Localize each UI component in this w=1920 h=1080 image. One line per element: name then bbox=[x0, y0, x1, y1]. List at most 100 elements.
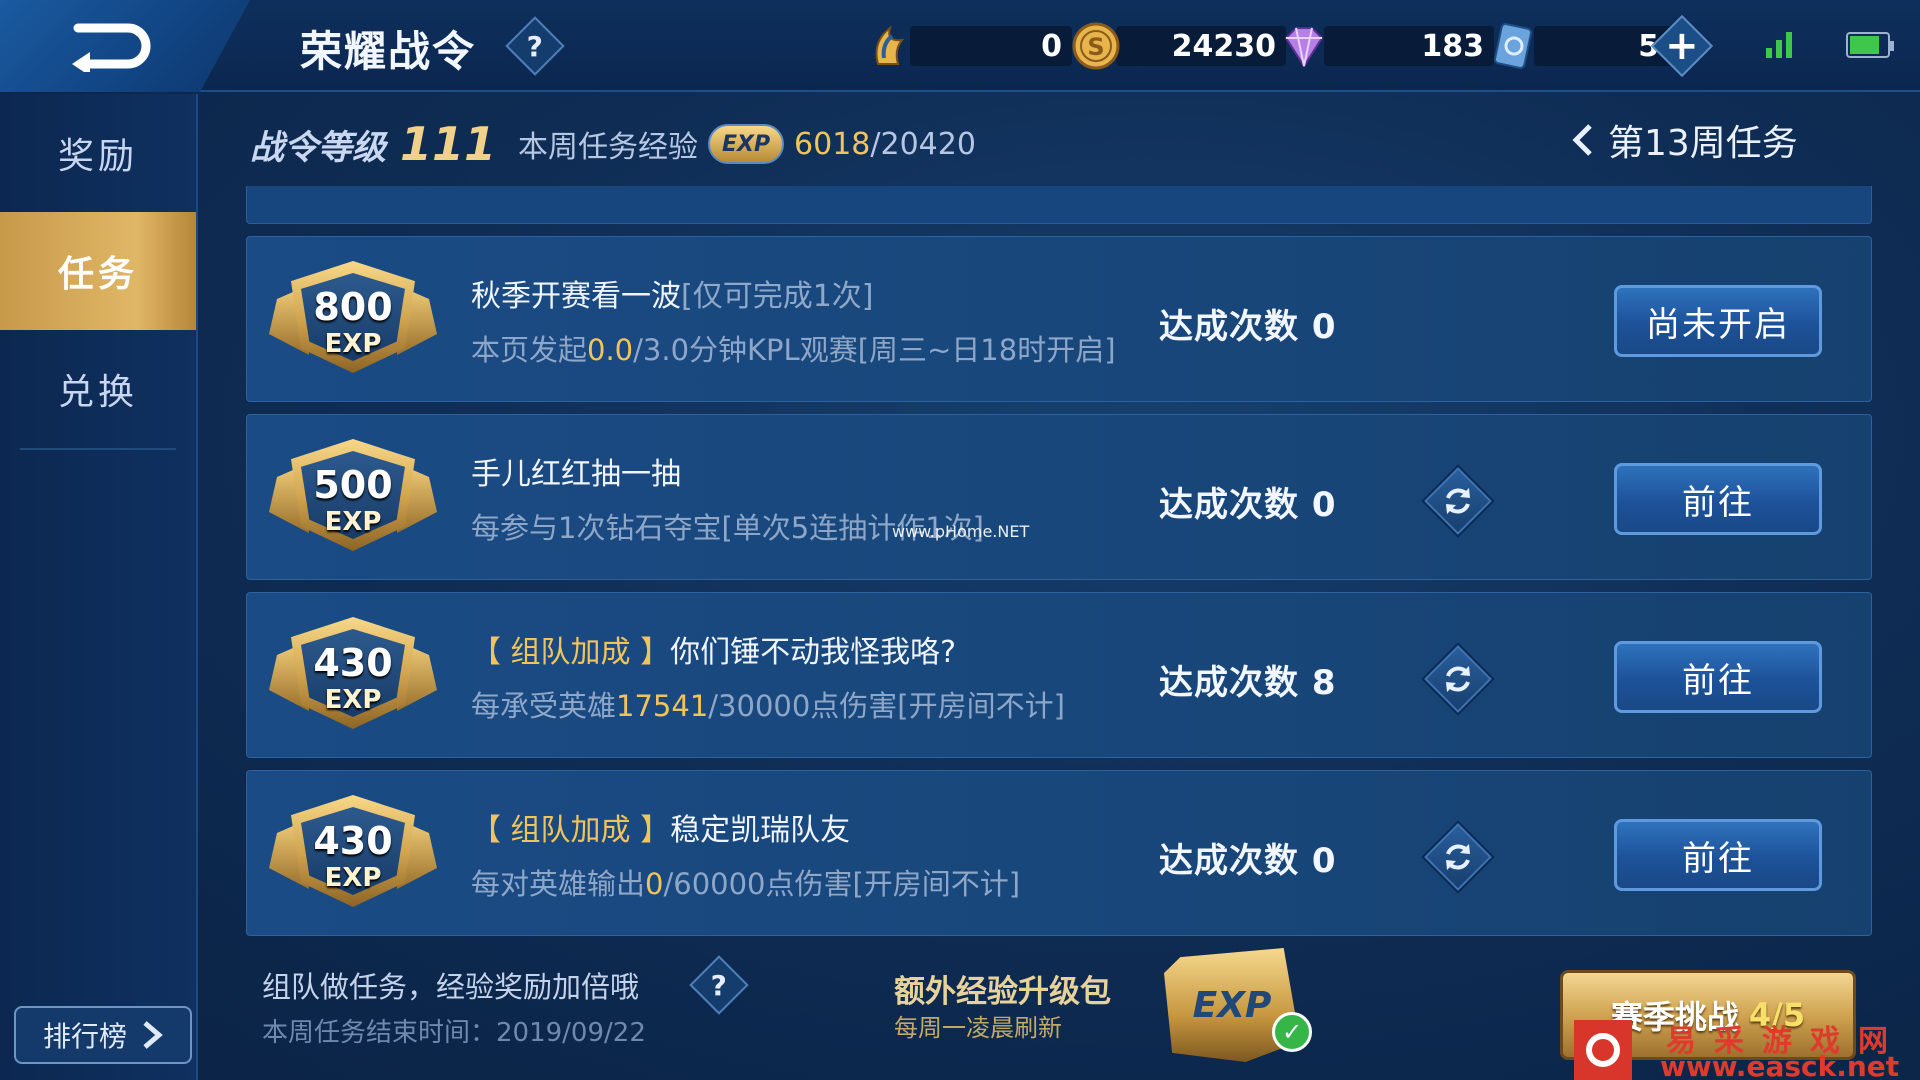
refresh-icon bbox=[1446, 488, 1470, 514]
refresh-icon bbox=[1446, 844, 1470, 870]
back-arrow-icon bbox=[72, 23, 151, 72]
battle-token-icon bbox=[875, 25, 905, 65]
sidebar-item-rewards[interactable]: 奖励 bbox=[0, 94, 196, 212]
task-card: 800 EXP 秋季开赛看一波[仅可完成1次] 本页发起0.0/3.0分钟KPL… bbox=[246, 236, 1872, 402]
weekly-exp-total: /20420 bbox=[870, 126, 976, 162]
exp-medal-icon: 500 EXP bbox=[265, 433, 441, 559]
bonus-pack-subtitle: 每周一凌晨刷新 bbox=[894, 1014, 1062, 1042]
task-progress: 0.0 bbox=[587, 333, 634, 367]
voucher-icon bbox=[1493, 23, 1533, 69]
week-selector[interactable]: 第13周任务 bbox=[1570, 112, 1798, 168]
completion-count: 达成次数 0 bbox=[1159, 485, 1337, 525]
go-button[interactable]: 前往 bbox=[1614, 819, 1822, 891]
level-value: 111 bbox=[400, 117, 497, 171]
task-card: 500 EXP 手儿红红抽一抽 每参与1次钻石夺宝[单次5连抽计作1次] 达成次… bbox=[246, 414, 1872, 580]
leaderboard-button[interactable]: 排行榜 bbox=[14, 1006, 192, 1064]
back-button[interactable] bbox=[0, 0, 250, 92]
exp-medal-icon: 800 EXP bbox=[265, 255, 441, 381]
top-bar: 荣耀战令 ? 0 S 24230 183 54 + bbox=[0, 0, 1920, 92]
sidebar-item-exchange[interactable]: 兑换 bbox=[0, 330, 196, 448]
diamond-value: 183 bbox=[1324, 26, 1494, 66]
completion-count: 达成次数 0 bbox=[1159, 841, 1337, 881]
help-button[interactable]: ? bbox=[505, 16, 565, 76]
exp-icon: EXP bbox=[708, 124, 785, 164]
exp-unit: EXP bbox=[324, 507, 382, 537]
not-open-button[interactable]: 尚未开启 bbox=[1614, 285, 1822, 357]
chevron-left-icon bbox=[1572, 124, 1592, 156]
task-limit: [仅可完成1次] bbox=[681, 279, 874, 314]
plus-icon: + bbox=[1665, 22, 1699, 69]
weekly-end-time: 本周任务结束时间：2019/09/22 bbox=[262, 1018, 646, 1048]
task-title: 【 组队加成 】你们锤不动我怪我咯? bbox=[471, 627, 956, 671]
task-progress: 17541 bbox=[616, 689, 709, 723]
exp-amount: 800 bbox=[313, 285, 393, 329]
team-bonus-tag: 【 组队加成 】 bbox=[471, 635, 671, 670]
task-desc-goal: /30000点伤害[开房间不计] bbox=[708, 689, 1065, 723]
brand-logo-icon bbox=[1574, 1020, 1632, 1080]
task-title: 【 组队加成 】稳定凯瑞队友 bbox=[471, 805, 850, 849]
signal-icon bbox=[1766, 30, 1792, 58]
weekly-exp-current: 6018 bbox=[794, 126, 871, 162]
weekly-exp-label: 本周任务经验 bbox=[518, 130, 699, 165]
exp-medal-icon: 430 EXP bbox=[265, 611, 441, 737]
exp-amount: 500 bbox=[313, 463, 393, 507]
refresh-task-button[interactable] bbox=[1421, 642, 1495, 716]
check-icon: ✓ bbox=[1272, 1012, 1312, 1052]
battle-token-counter: 0 bbox=[864, 18, 1072, 74]
task-desc-text: 每对英雄输出 bbox=[471, 867, 646, 901]
exp-unit: EXP bbox=[324, 863, 382, 893]
diamond-counter: 183 bbox=[1278, 18, 1494, 74]
watermark-text: www.pHome.NET bbox=[892, 522, 1030, 541]
gold-coin-icon: S bbox=[1072, 22, 1120, 70]
task-description: 本页发起0.0/3.0分钟KPL观赛[周三~日18时开启] bbox=[471, 327, 1116, 369]
exp-unit: EXP bbox=[324, 329, 382, 359]
battle-token-value: 0 bbox=[910, 26, 1072, 66]
exp-medal-icon: 430 EXP bbox=[265, 789, 441, 915]
sidebar-item-tasks[interactable]: 任务 bbox=[0, 212, 196, 330]
task-progress: 0 bbox=[645, 867, 664, 901]
bonus-pack-title: 额外经验升级包 bbox=[894, 974, 1111, 1010]
completion-count: 达成次数 0 bbox=[1159, 307, 1337, 347]
brand-watermark-url: www.easck.net bbox=[1660, 1050, 1900, 1080]
task-description: 每承受英雄17541/30000点伤害[开房间不计] bbox=[471, 683, 1065, 725]
week-label: 第13周任务 bbox=[1608, 123, 1798, 164]
level-label: 战令等级 bbox=[250, 127, 386, 168]
svg-text:S: S bbox=[1087, 33, 1104, 61]
refresh-icon bbox=[1446, 666, 1470, 692]
diamond-icon bbox=[1284, 27, 1324, 68]
task-desc-goal: /60000点伤害[开房间不计] bbox=[663, 867, 1021, 901]
task-card: 430 EXP 【 组队加成 】你们锤不动我怪我咯? 每承受英雄17541/30… bbox=[246, 592, 1872, 758]
previous-task-peek bbox=[246, 186, 1872, 224]
team-bonus-note: 组队做任务，经验奖励加倍哦 bbox=[262, 970, 640, 1004]
task-title-text: 秋季开赛看一波 bbox=[471, 279, 681, 314]
exp-amount: 430 bbox=[313, 641, 393, 685]
task-title-text: 你们锤不动我怪我咯? bbox=[670, 635, 957, 670]
exp-amount: 430 bbox=[313, 819, 393, 863]
task-title: 秋季开赛看一波[仅可完成1次] bbox=[471, 271, 874, 315]
sidebar-divider bbox=[20, 448, 176, 450]
task-title: 手儿红红抽一抽 bbox=[471, 449, 681, 493]
task-card: 430 EXP 【 组队加成 】稳定凯瑞队友 每对英雄输出0/60000点伤害[… bbox=[246, 770, 1872, 936]
gold-counter: S 24230 bbox=[1070, 18, 1286, 74]
task-title-text: 手儿红红抽一抽 bbox=[471, 457, 681, 492]
task-desc-text: 每承受英雄 bbox=[471, 689, 617, 723]
refresh-task-button[interactable] bbox=[1421, 464, 1495, 538]
task-description: 每对英雄输出0/60000点伤害[开房间不计] bbox=[471, 861, 1020, 903]
chevron-right-icon bbox=[143, 1021, 163, 1049]
battle-pass-level: 战令等级 111 本周任务经验 EXP 6018 /20420 bbox=[250, 112, 976, 176]
leaderboard-label: 排行榜 bbox=[42, 1020, 127, 1053]
page-title: 荣耀战令 bbox=[300, 27, 477, 76]
exp-pack-label: EXP bbox=[1192, 984, 1272, 1026]
task-title-text: 稳定凯瑞队友 bbox=[670, 813, 851, 848]
footer-help-button[interactable]: ? bbox=[689, 955, 749, 1015]
exp-unit: EXP bbox=[324, 685, 382, 715]
battery-icon bbox=[1846, 32, 1894, 58]
refresh-task-button[interactable] bbox=[1421, 820, 1495, 894]
completion-count: 达成次数 8 bbox=[1159, 663, 1337, 703]
go-button[interactable]: 前往 bbox=[1614, 463, 1822, 535]
go-button[interactable]: 前往 bbox=[1614, 641, 1822, 713]
gold-value: 24230 bbox=[1116, 26, 1286, 66]
team-bonus-tag: 【 组队加成 】 bbox=[471, 813, 671, 848]
question-icon: ? bbox=[526, 29, 544, 63]
sidebar: 奖励 任务 兑换 排行榜 bbox=[0, 94, 198, 1080]
